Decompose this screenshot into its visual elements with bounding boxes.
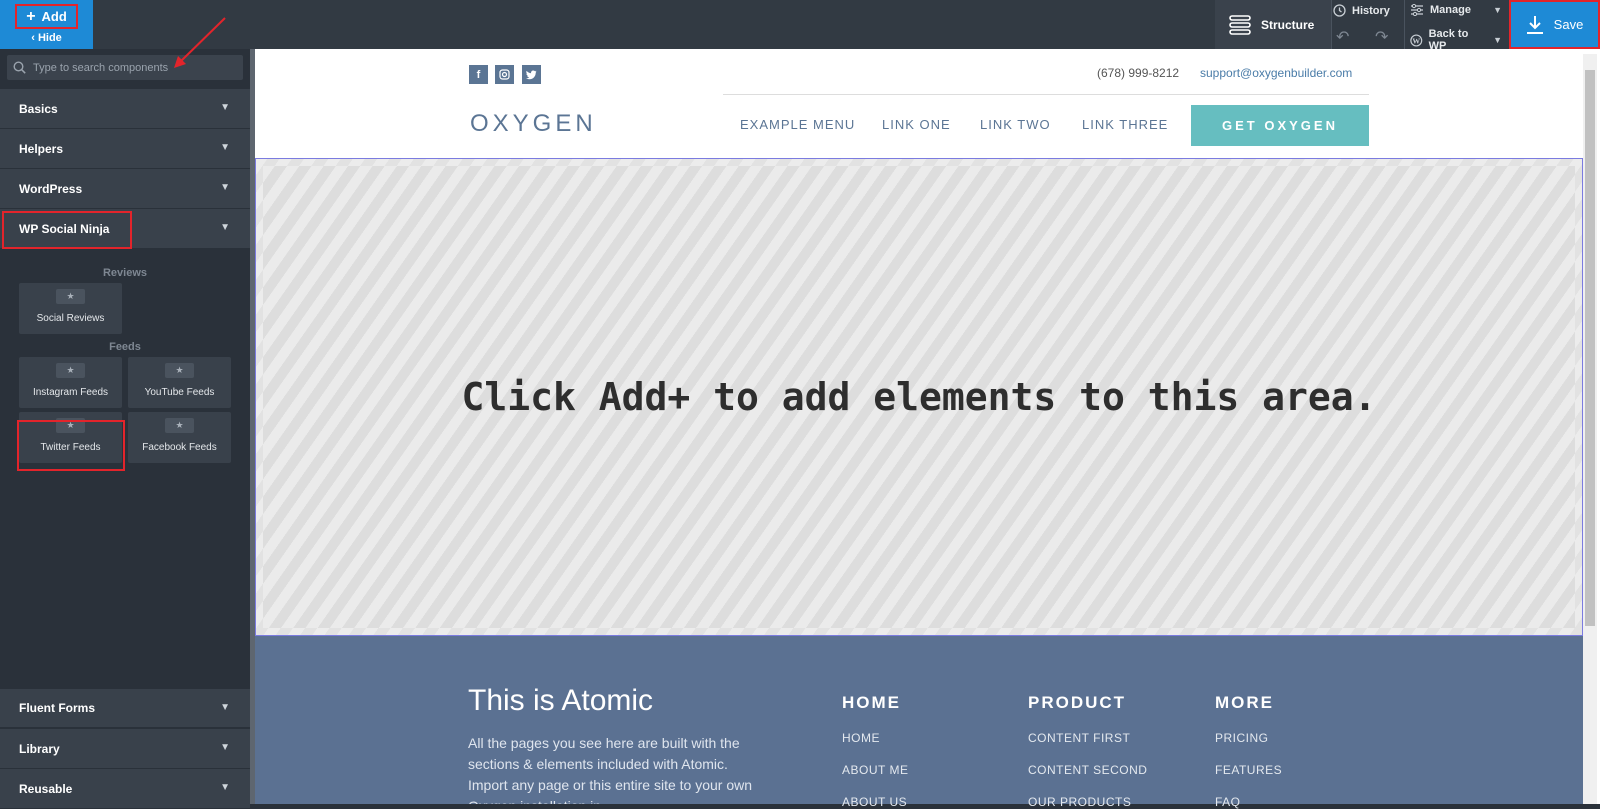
chevron-down-icon: ▼	[1493, 5, 1502, 15]
chevron-down-icon: ▼	[220, 102, 230, 113]
search-placeholder: Type to search components	[33, 61, 169, 74]
chevron-down-icon: ▼	[220, 182, 230, 193]
footer-link[interactable]: HOME	[842, 731, 880, 745]
component-instagram-feeds[interactable]: ★ Instagram Feeds	[19, 357, 122, 408]
group-title-feeds: Feeds	[109, 341, 141, 353]
chevron-down-icon: ▼	[220, 222, 230, 233]
toolbar-divider	[1331, 0, 1332, 49]
group-title-reviews: Reviews	[102, 267, 148, 279]
section-wp-social-ninja[interactable]: WP Social Ninja ▼	[0, 209, 250, 249]
scrollbar-thumb[interactable]	[1585, 70, 1595, 626]
top-toolbar: + Add ‹ Hide Structure History ↶ ↷ Manag…	[0, 0, 1600, 52]
nav-link-three[interactable]: LINK THREE	[1082, 117, 1168, 132]
footer-heading-home: HOME	[842, 693, 901, 712]
svg-text:W: W	[1412, 36, 1420, 45]
highlight-box	[17, 420, 125, 471]
footer-body-text: All the pages you see here are built wit…	[468, 735, 753, 804]
nav-link-one[interactable]: LINK ONE	[882, 117, 951, 132]
section-fluent-forms[interactable]: Fluent Forms ▼	[0, 688, 250, 728]
footer-link[interactable]: CONTENT FIRST	[1028, 731, 1130, 745]
section-basics[interactable]: Basics ▼	[0, 89, 250, 129]
component-label: Social Reviews	[36, 313, 105, 324]
chevron-down-icon: ▼	[220, 142, 230, 153]
manage-dropdown[interactable]: Manage ▼	[1410, 4, 1502, 16]
footer-title: This is Atomic	[468, 684, 654, 717]
chevron-left-icon: ‹	[31, 32, 35, 44]
contact-email-link[interactable]: support@oxygenbuilder.com	[1200, 66, 1352, 80]
chevron-down-icon: ▼	[220, 782, 230, 793]
add-button-label: Add	[41, 9, 67, 24]
footer-link[interactable]: FAQ	[1215, 795, 1241, 809]
structure-button[interactable]: Structure	[1215, 0, 1331, 49]
section-label: Reusable	[19, 781, 73, 796]
footer-link[interactable]: OUR PRODUCTS	[1028, 795, 1131, 809]
section-label: Fluent Forms	[19, 701, 96, 715]
component-label: Facebook Feeds	[142, 442, 217, 453]
section-label: Library	[19, 741, 60, 756]
component-label: Instagram Feeds	[32, 387, 109, 398]
hide-button[interactable]: ‹ Hide	[0, 32, 93, 44]
contact-phone: (678) 999-8212	[1097, 66, 1180, 80]
component-social-reviews[interactable]: ★ Social Reviews	[19, 283, 122, 334]
save-label: Save	[1553, 17, 1584, 32]
hide-button-label: Hide	[37, 32, 62, 44]
section-label: WordPress	[19, 181, 83, 196]
save-button[interactable]: Save	[1509, 0, 1600, 49]
structure-icon	[1229, 14, 1251, 35]
component-facebook-feeds[interactable]: ★ Facebook Feeds	[128, 412, 231, 463]
search-icon	[13, 61, 26, 74]
history-label: History	[1352, 4, 1390, 17]
chevron-down-icon: ▼	[220, 742, 230, 753]
structure-label: Structure	[1261, 17, 1315, 32]
chevron-down-icon: ▼	[1493, 35, 1502, 45]
wordpress-icon: W	[1410, 34, 1423, 46]
plus-icon: +	[26, 7, 36, 25]
add-button[interactable]: + Add	[15, 4, 78, 29]
star-icon: ★	[165, 418, 194, 433]
header-divider	[723, 94, 1369, 95]
section-label: Basics	[19, 101, 58, 116]
sliders-icon	[1411, 4, 1423, 16]
facebook-icon[interactable]: f	[469, 65, 488, 84]
annotation-arrow-icon	[174, 17, 226, 68]
redo-icon[interactable]: ↷	[1375, 27, 1388, 47]
section-helpers[interactable]: Helpers ▼	[0, 129, 250, 169]
nav-example-menu[interactable]: EXAMPLE MENU	[740, 117, 855, 132]
footer-link[interactable]: CONTENT SECOND	[1028, 763, 1147, 777]
site-footer	[255, 636, 1583, 804]
footer-heading-more: MORE	[1215, 693, 1274, 712]
add-panel-toggle: + Add ‹ Hide	[0, 0, 93, 49]
star-icon: ★	[56, 289, 85, 304]
footer-heading-product: PRODUCT	[1028, 693, 1127, 712]
clock-icon	[1333, 4, 1346, 17]
section-library[interactable]: Library ▼	[0, 729, 250, 769]
highlight-box	[2, 211, 132, 249]
star-icon: ★	[56, 363, 85, 378]
drop-area-message: Click Add+ to add elements to this area.	[461, 375, 1377, 419]
download-icon	[1526, 15, 1543, 34]
toolbar-divider	[1404, 0, 1405, 49]
history-button[interactable]: History	[1333, 4, 1390, 17]
site-logo[interactable]: OXYGEN	[470, 110, 597, 138]
nav-link-two[interactable]: LINK TWO	[980, 117, 1051, 132]
footer-link[interactable]: FEATURES	[1215, 763, 1282, 777]
star-icon: ★	[165, 363, 194, 378]
empty-drop-area[interactable]: Click Add+ to add elements to this area.	[255, 158, 1583, 636]
section-label: Helpers	[19, 141, 64, 156]
canvas-scrollbar[interactable]	[1583, 54, 1597, 804]
manage-label: Manage	[1430, 4, 1471, 16]
get-oxygen-button[interactable]: GET OXYGEN	[1191, 105, 1369, 146]
section-reusable[interactable]: Reusable ▼	[0, 769, 250, 809]
instagram-icon[interactable]	[495, 65, 514, 84]
chevron-down-icon: ▼	[220, 702, 230, 713]
footer-link[interactable]: PRICING	[1215, 731, 1269, 745]
section-wordpress[interactable]: WordPress ▼	[0, 169, 250, 209]
component-label: YouTube Feeds	[144, 387, 215, 398]
component-youtube-feeds[interactable]: ★ YouTube Feeds	[128, 357, 231, 408]
footer-link[interactable]: ABOUT ME	[842, 763, 908, 777]
undo-icon[interactable]: ↶	[1336, 27, 1349, 47]
twitter-icon[interactable]	[522, 65, 541, 84]
footer-link[interactable]: ABOUT US	[842, 795, 907, 809]
